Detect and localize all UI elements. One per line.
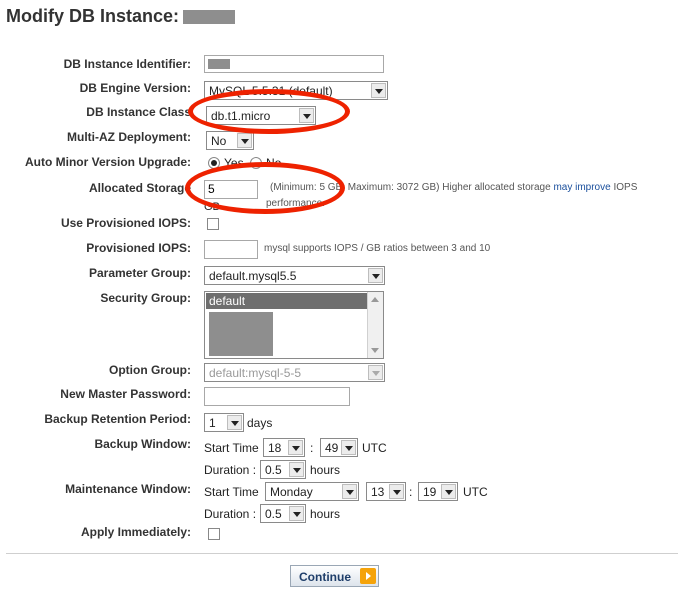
redacted-instance-name [183,10,236,25]
chevron-down-icon [227,415,242,430]
arrow-right-icon [360,568,376,584]
backup-timezone: UTC [362,441,387,455]
option-group-label: Option Group: [109,363,191,377]
scroll-down-icon[interactable] [371,348,379,353]
security-group-option-selected[interactable]: default [206,293,367,309]
provisioned-iops-note: mysql supports IOPS / GB ratios between … [264,243,491,254]
maintenance-duration-value: 0.5 [265,507,282,521]
chevron-down-icon [371,83,386,98]
maintenance-hour-value: 13 [371,485,385,499]
maintenance-window-label: Maintenance Window: [65,482,191,496]
backup-duration-value: 0.5 [265,463,282,477]
backup-retention-unit: days [247,416,273,430]
chevron-down-icon [389,484,404,499]
allocated-storage-unit: GB [204,201,220,213]
redacted-identifier [208,59,230,69]
allocated-storage-label: Allocated Storage [88,181,191,195]
backup-start-minute-value: 49 [325,441,339,455]
master-password-input[interactable] [204,387,350,406]
instance-class-select[interactable]: db.t1.micro [206,106,316,125]
multi-az-value: No [211,134,227,148]
apply-immediately-label: Apply Immediately: [80,525,191,539]
chevron-down-icon [368,365,383,380]
engine-version-select[interactable]: MySQL 5.5.31 (default) [204,81,388,100]
auto-minor-label: Auto Minor Version Upgrade: [24,155,191,169]
option-group-select[interactable]: default:mysql-5-5 [204,363,385,382]
maintenance-duration-label: Duration : [204,507,257,521]
may-improve-link[interactable]: may improve [553,182,610,193]
backup-duration-unit: hours [310,463,341,477]
allocated-storage-note: (Minimum: 5 GB, Maximum: 3072 GB) Higher… [270,182,638,193]
allocated-storage-note-line2: performance. [266,198,325,209]
chevron-down-icon [288,440,303,455]
maintenance-duration-select[interactable]: 0.5 [260,504,306,523]
provisioned-iops-label: Provisioned IOPS: [86,241,191,255]
backup-start-hour-select[interactable]: 18 [263,438,305,457]
backup-start-hour-value: 18 [268,441,282,455]
multi-az-label: Multi-AZ Deployment: [67,130,191,144]
identifier-input[interactable] [204,55,384,73]
instance-class-value: db.t1.micro [211,109,271,123]
chevron-down-icon [341,440,356,455]
scroll-up-icon[interactable] [371,297,379,302]
parameter-group-value: default.mysql5.5 [209,269,297,283]
maintenance-timezone: UTC [463,485,488,499]
parameter-group-select[interactable]: default.mysql5.5 [204,266,385,285]
maintenance-day-value: Monday [270,485,313,499]
use-provisioned-iops-checkbox[interactable] [207,218,219,230]
chevron-down-icon [441,484,456,499]
continue-button[interactable]: Continue [290,565,379,587]
maintenance-hour-select[interactable]: 13 [366,482,406,501]
maintenance-duration-unit: hours [310,507,341,521]
provisioned-iops-input[interactable] [204,240,258,259]
auto-minor-yes-label: Yes [224,156,244,170]
master-password-label: New Master Password: [60,387,191,401]
security-group-listbox[interactable]: default [204,291,384,359]
maintenance-minute-select[interactable]: 19 [418,482,458,501]
backup-duration-label: Duration : [204,463,257,477]
maintenance-start-label: Start Time [204,485,259,499]
maintenance-minute-value: 19 [423,485,437,499]
use-provisioned-iops-label: Use Provisioned IOPS: [60,216,191,230]
chevron-down-icon [342,484,357,499]
redacted-security-groups [209,312,273,356]
backup-time-separator: : [310,441,314,455]
backup-duration-select[interactable]: 0.5 [260,460,306,479]
security-group-label: Security Group: [100,291,191,305]
apply-immediately-checkbox[interactable] [208,528,220,540]
auto-minor-no-label: No [266,156,282,170]
backup-window-label: Backup Window: [94,437,191,451]
identifier-label: DB Instance Identifier: [63,57,191,71]
scrollbar[interactable] [367,292,383,358]
backup-start-minute-select[interactable]: 49 [320,438,358,457]
option-group-value: default:mysql-5-5 [209,366,302,380]
chevron-down-icon [289,462,304,477]
engine-version-label: DB Engine Version: [79,81,191,95]
chevron-down-icon [237,133,252,148]
parameter-group-label: Parameter Group: [88,266,191,280]
footer-divider [6,553,678,554]
auto-minor-no-radio[interactable] [250,157,262,169]
instance-class-label: DB Instance Class [86,105,191,119]
page-title: Modify DB Instance: [6,6,236,27]
multi-az-select[interactable]: No [206,131,254,150]
allocated-storage-input[interactable]: 5 [204,180,258,199]
maintenance-day-select[interactable]: Monday [265,482,359,501]
engine-version-value: MySQL 5.5.31 (default) [209,84,333,98]
maintenance-time-separator: : [409,485,413,499]
continue-label: Continue [299,570,351,584]
backup-start-label: Start Time [204,441,259,455]
backup-retention-label: Backup Retention Period: [44,412,191,426]
chevron-down-icon [299,108,314,123]
auto-minor-yes-radio[interactable] [208,157,220,169]
backup-retention-value: 1 [209,416,216,430]
backup-retention-select[interactable]: 1 [204,413,244,432]
chevron-down-icon [289,506,304,521]
chevron-down-icon [368,268,383,283]
